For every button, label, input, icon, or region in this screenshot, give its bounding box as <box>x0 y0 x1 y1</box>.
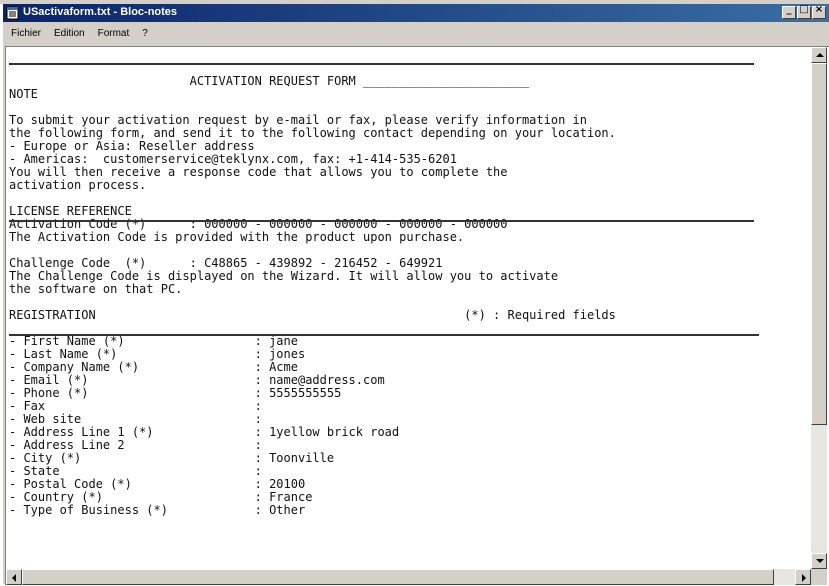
notepad-window: USactivaform.txt - Bloc-notes _ □ × Fich… <box>2 4 829 586</box>
scroll-up-button[interactable] <box>811 47 827 63</box>
title-bar[interactable]: USactivaform.txt - Bloc-notes _ □ × <box>3 4 829 22</box>
scroll-left-button[interactable] <box>6 569 22 585</box>
separator-line <box>9 63 754 65</box>
text-line: activation process. <box>9 178 147 192</box>
window-title: USactivaform.txt - Bloc-notes <box>23 6 178 18</box>
menu-format[interactable]: Format <box>93 28 135 39</box>
text-line: the software on that PC. <box>9 282 183 296</box>
minimize-button[interactable]: _ <box>782 4 796 19</box>
text-line <box>9 517 616 530</box>
arrow-right-icon <box>802 574 806 582</box>
document-lines: ACTIVATION REQUEST FORM ________________… <box>9 49 616 530</box>
separator-line <box>9 220 754 222</box>
menu-edit[interactable]: Edition <box>49 28 90 39</box>
arrow-up-icon <box>816 53 824 57</box>
vertical-scroll-thumb[interactable] <box>811 63 827 425</box>
arrow-down-icon <box>816 559 824 563</box>
close-icon: × <box>814 4 824 15</box>
maximize-button[interactable]: □ <box>797 4 811 19</box>
text-area[interactable]: ACTIVATION REQUEST FORM ________________… <box>5 46 829 586</box>
vertical-scrollbar[interactable] <box>811 47 827 569</box>
text-line: The Activation Code is provided with the… <box>9 230 465 244</box>
text-line: - Type of Business (*) : Other <box>9 503 306 517</box>
separator-line <box>9 334 759 336</box>
menu-bar: Fichier Edition Format ? <box>3 22 829 44</box>
arrow-left-icon <box>12 574 16 582</box>
editor-content[interactable]: ACTIVATION REQUEST FORM ________________… <box>9 49 805 567</box>
maximize-icon: □ <box>799 4 809 15</box>
scroll-right-button[interactable] <box>795 569 811 585</box>
scroll-down-button[interactable] <box>811 553 827 569</box>
menu-file[interactable]: Fichier <box>6 28 46 39</box>
notepad-icon <box>6 6 19 20</box>
text-line: REGISTRATION (*) : Required fields <box>9 308 616 322</box>
text-line <box>9 49 616 62</box>
menu-help[interactable]: ? <box>137 28 153 39</box>
minimize-icon: _ <box>786 4 792 15</box>
scrollbar-corner <box>811 569 827 585</box>
window-controls: _ □ × <box>782 4 826 19</box>
close-button[interactable]: × <box>812 4 826 19</box>
text-line: ACTIVATION REQUEST FORM ________________… <box>9 74 530 88</box>
text-line: NOTE <box>9 87 38 101</box>
horizontal-scrollbar[interactable] <box>6 569 811 585</box>
horizontal-scroll-thumb[interactable] <box>22 569 774 585</box>
